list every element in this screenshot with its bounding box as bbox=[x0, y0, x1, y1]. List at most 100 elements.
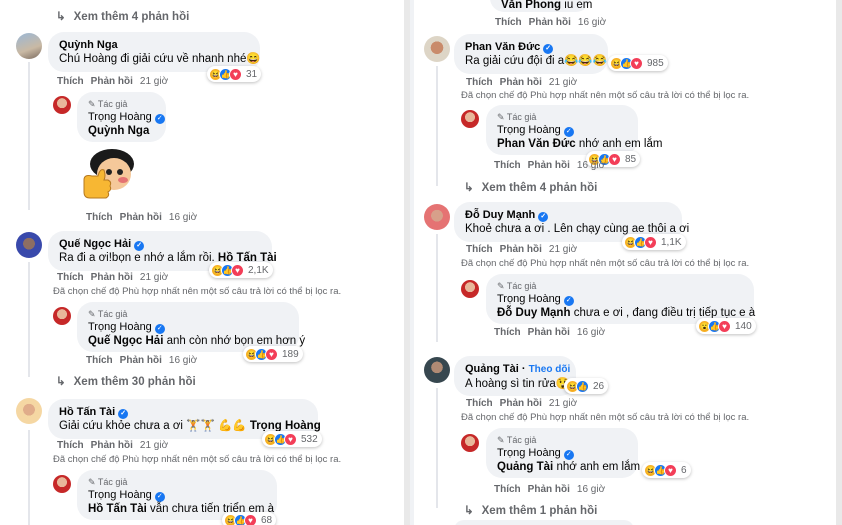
like-link[interactable]: Thích bbox=[466, 77, 493, 88]
like-link[interactable]: Thích bbox=[86, 212, 113, 223]
screenshot-stage: ↳ Xem thêm 4 phản hồi Quỳnh Nga Chú Hoàng… bbox=[0, 0, 842, 525]
like-link[interactable]: Thích bbox=[494, 160, 521, 171]
filter-note: Đã chọn chế độ Phù hợp nhất nên một số c… bbox=[461, 412, 750, 423]
reaction-summary[interactable]: 😆 👍 ♥ 532 bbox=[262, 431, 322, 447]
reply-author[interactable]: Trọng Hoàng bbox=[497, 293, 561, 305]
like-link[interactable]: Thích bbox=[86, 355, 113, 366]
mention-link[interactable]: Quế Ngọc Hải bbox=[88, 335, 163, 347]
thread-line bbox=[28, 262, 30, 377]
view-more-replies-top[interactable]: ↳ Xem thêm 4 phản hồi bbox=[56, 9, 189, 23]
reply-author[interactable]: Trọng Hoàng bbox=[497, 447, 561, 459]
reply-link[interactable]: Phản hồi bbox=[500, 244, 542, 255]
reaction-summary[interactable]: 😆 👍 ♥ 2,1K bbox=[209, 262, 273, 278]
reply-author[interactable]: Trọng Hoàng bbox=[88, 321, 152, 333]
avatar-ho-tan-tai[interactable] bbox=[16, 398, 42, 424]
reply-author[interactable]: Trọng Hoàng bbox=[88, 489, 152, 501]
thread-line bbox=[28, 430, 30, 525]
verified-badge-icon: ✓ bbox=[563, 450, 574, 460]
avatar-que-ngoc-hai[interactable] bbox=[16, 232, 42, 258]
mention-link[interactable]: Quảng Tài bbox=[497, 461, 553, 473]
reaction-summary[interactable]: 😆 👍 ♥ 68 bbox=[222, 512, 277, 525]
comment-actions: Thích Phản hồi 21 giờ bbox=[57, 440, 169, 451]
reply-bubble-trong-hoang: ✎ Tác giả Trọng Hoàng ✓ Phan Văn Đức nhớ … bbox=[486, 105, 662, 155]
avatar-do-duy-manh[interactable] bbox=[424, 204, 450, 230]
avatar-trong-hoang[interactable] bbox=[461, 110, 479, 128]
avatar-trong-hoang[interactable] bbox=[53, 307, 71, 325]
love-reaction-icon: ♥ bbox=[718, 319, 731, 333]
avatar-quynh-nga[interactable] bbox=[16, 33, 42, 59]
reaction-summary[interactable]: 😆 👍 ♥ 1,1K bbox=[622, 234, 686, 250]
reaction-summary[interactable]: 😆 👍 ♥ 31 bbox=[207, 66, 262, 82]
reaction-summary[interactable]: 😆 👍 ♥ 189 bbox=[243, 346, 303, 362]
reply-link[interactable]: Phản hồi bbox=[120, 355, 162, 366]
reply-link[interactable]: Phản hồi bbox=[91, 76, 133, 87]
reply-link[interactable]: Phản hồi bbox=[91, 440, 133, 451]
avatar-trong-hoang[interactable] bbox=[53, 475, 71, 493]
like-link[interactable]: Thích bbox=[494, 327, 521, 338]
avatar-quang-tai[interactable] bbox=[424, 357, 450, 383]
thread-line bbox=[436, 234, 438, 342]
reply-link[interactable]: Phản hồi bbox=[529, 17, 571, 28]
love-reaction-icon: ♥ bbox=[664, 463, 677, 477]
reaction-summary[interactable]: 😆 👍 ♥ 6 bbox=[642, 462, 691, 478]
verified-badge-icon: ✓ bbox=[563, 127, 574, 137]
comment-author[interactable]: Phan Văn Đức bbox=[465, 41, 540, 53]
love-reaction-icon: ♥ bbox=[229, 67, 242, 81]
verified-badge-icon: ✓ bbox=[154, 324, 165, 334]
reaction-summary[interactable]: 😆 👍 26 bbox=[564, 378, 609, 394]
like-link[interactable]: Thích bbox=[494, 484, 521, 495]
view-more-replies[interactable]: ↳ Xem thêm 1 phản hồi bbox=[464, 503, 597, 517]
mention-link[interactable]: Văn Phong bbox=[501, 0, 561, 11]
reply-author[interactable]: Trọng Hoàng bbox=[497, 124, 561, 136]
avatar-trong-hoang[interactable] bbox=[461, 280, 479, 298]
mention-link[interactable]: Phan Văn Đức bbox=[497, 138, 576, 150]
view-more-replies[interactable]: ↳ Xem thêm 4 phản hồi bbox=[464, 180, 597, 194]
reply-link[interactable]: Phản hồi bbox=[500, 398, 542, 409]
love-reaction-icon: ♥ bbox=[265, 347, 278, 361]
verified-badge-icon: ✓ bbox=[543, 44, 554, 54]
like-link[interactable]: Thích bbox=[57, 272, 84, 283]
like-link[interactable]: Thích bbox=[495, 17, 522, 28]
verified-badge-icon: ✓ bbox=[118, 409, 129, 419]
like-link[interactable]: Thích bbox=[57, 76, 84, 87]
reply-link[interactable]: Phản hồi bbox=[91, 272, 133, 283]
scrollbar[interactable] bbox=[836, 0, 842, 525]
comment-author[interactable]: Quế Ngọc Hải bbox=[59, 238, 131, 250]
avatar-trong-hoang[interactable] bbox=[461, 434, 479, 452]
comment-text: Ra đi a ơi!bọn e nhớ a lắm rồi. bbox=[59, 252, 215, 264]
like-link[interactable]: Thích bbox=[466, 398, 493, 409]
thumbs-up-sticker bbox=[83, 149, 134, 199]
avatar-phan-van-duc[interactable] bbox=[424, 36, 450, 62]
like-link[interactable]: Thích bbox=[57, 440, 84, 451]
reply-bubble-trong-hoang: ✎ Tác giả Trọng Hoàng ✓ Đỗ Duy Mạnh chưa … bbox=[486, 274, 755, 324]
reply-link[interactable]: Phản hồi bbox=[120, 212, 162, 223]
comment-author[interactable]: Đỗ Duy Mạnh bbox=[465, 209, 535, 221]
follow-link[interactable]: Theo dõi bbox=[529, 364, 571, 375]
scrollbar[interactable] bbox=[404, 0, 410, 525]
reply-author[interactable]: Trọng Hoàng bbox=[88, 111, 152, 123]
reply-actions: Thích Phản hồi 16 giờ bbox=[494, 327, 606, 338]
reaction-summary[interactable]: 😆 👍 ♥ 985 bbox=[608, 55, 668, 71]
reply-link[interactable]: Phản hồi bbox=[528, 327, 570, 338]
avatar-trong-hoang[interactable] bbox=[53, 96, 71, 114]
reply-actions: Thích Phản hồi 16 giờ bbox=[86, 212, 198, 223]
mention-link[interactable]: Hồ Tấn Tài bbox=[88, 503, 147, 515]
comment-bubble-partial bbox=[454, 520, 634, 525]
reply-actions: Thích Phản hồi 16 giờ bbox=[494, 484, 606, 495]
reply-link[interactable]: Phản hồi bbox=[500, 77, 542, 88]
verified-badge-icon: ✓ bbox=[538, 212, 549, 222]
reply-link[interactable]: Phản hồi bbox=[528, 160, 570, 171]
reaction-summary[interactable]: 😮 👍 ♥ 140 bbox=[696, 318, 756, 334]
comment-author[interactable]: Hồ Tấn Tài bbox=[59, 406, 115, 418]
pencil-icon: ✎ bbox=[88, 477, 96, 487]
love-reaction-icon: ♥ bbox=[284, 432, 297, 446]
comment-author[interactable]: Quỳnh Nga bbox=[59, 38, 249, 52]
reply-link[interactable]: Phản hồi bbox=[528, 484, 570, 495]
comment-author[interactable]: Quảng Tài bbox=[465, 363, 519, 375]
pencil-icon: ✎ bbox=[88, 309, 96, 319]
filter-note: Đã chọn chế độ Phù hợp nhất nên một số c… bbox=[53, 286, 342, 297]
mention-link[interactable]: Đỗ Duy Mạnh bbox=[497, 307, 570, 319]
mention-link[interactable]: Quỳnh Nga bbox=[88, 125, 149, 137]
like-link[interactable]: Thích bbox=[466, 244, 493, 255]
view-more-replies[interactable]: ↳ Xem thêm 30 phản hồi bbox=[56, 374, 196, 388]
